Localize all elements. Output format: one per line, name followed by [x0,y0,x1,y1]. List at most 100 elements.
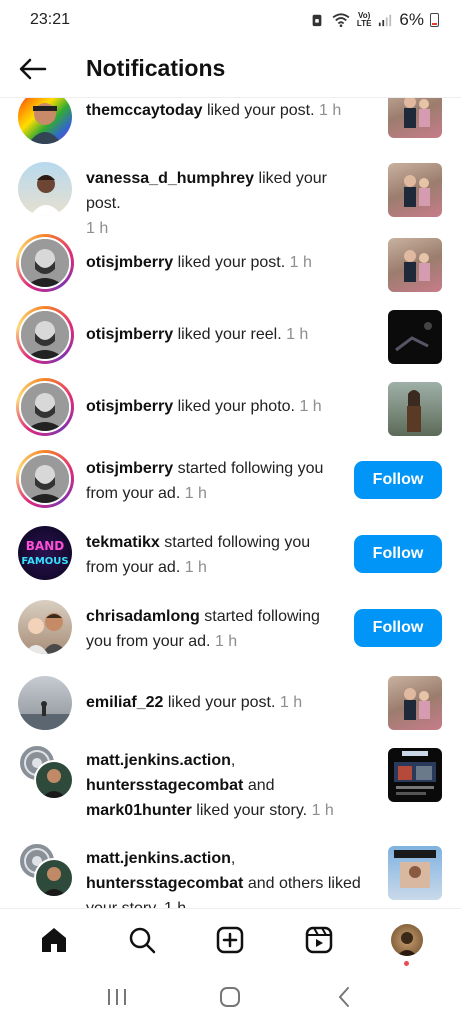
list-item[interactable]: matt.jenkins.action, huntersstagecombat a… [0,840,461,908]
status-time: 23:21 [30,11,71,28]
notification-text: matt.jenkins.action, huntersstagecombat a… [86,846,366,908]
notification-dot [403,960,409,966]
time-text: 1 h [314,102,342,119]
username[interactable]: vanessa_d_humphrey [86,170,254,187]
list-item[interactable]: otisjmberry liked your post. 1 h [0,234,461,294]
username[interactable]: tekmatikx [86,534,160,551]
avatar-badge-text: FAMOUS [21,556,68,567]
follow-button[interactable]: Follow [354,461,442,499]
list-item[interactable]: chrisadamlong started following you from… [0,598,461,658]
nav-home[interactable] [34,920,74,960]
avatar[interactable] [18,676,74,732]
time-text: 1 h [180,559,207,576]
separator-text: , [230,850,236,867]
list-item[interactable]: themccaytoday liked your post. 1 h [0,98,461,146]
stacked-avatars[interactable] [18,744,74,800]
photo-thumbnail[interactable] [388,382,442,436]
list-item[interactable]: vanessa_d_humphrey liked your post. 1 h [0,162,461,237]
nav-profile[interactable] [387,920,427,966]
list-item[interactable]: BAND FAMOUS tekmatikx started following y… [0,524,461,584]
post-thumbnail[interactable] [388,238,442,292]
notification-text: emiliaf_22 liked your post. 1 h [86,690,366,715]
action-text: your story. 1 h [86,900,186,908]
back-button[interactable] [16,52,50,86]
nav-reels[interactable] [299,920,339,960]
username[interactable]: huntersstagecombat [86,875,243,892]
username[interactable]: otisjmberry [86,460,173,477]
separator-text: and [243,777,275,794]
username[interactable]: themccaytoday [86,102,203,119]
nav-create[interactable] [210,920,250,960]
home-circle-icon [220,987,241,1007]
notification-text: matt.jenkins.action, huntersstagecombat a… [86,748,366,823]
list-item[interactable]: otisjmberry liked your reel. 1 h [0,306,461,366]
status-icons: Vo) LTE 6% [309,10,439,30]
system-back-button[interactable] [329,982,359,1012]
time-text: 1 h [275,694,303,711]
action-text: and others liked [243,875,361,892]
list-item[interactable]: otisjmberry started following you from y… [0,450,461,510]
story-avatar[interactable] [16,234,74,292]
header: Notifications [0,40,461,98]
username[interactable]: chrisadamlong [86,608,200,625]
recent-apps-icon [107,989,126,1005]
post-thumbnail[interactable] [388,676,442,730]
time-text: 1 h [281,326,309,343]
notification-text: otisjmberry liked your photo. 1 h [86,394,366,419]
avatar[interactable] [34,760,74,800]
avatar[interactable] [18,600,74,656]
signal-icon [379,14,392,27]
list-item[interactable]: emiliaf_22 liked your post. 1 h [0,674,461,734]
lock-icon [312,14,322,27]
notification-text: tekmatikx started following you from you… [86,530,346,580]
username[interactable]: otisjmberry [86,254,173,271]
notification-list[interactable]: themccaytoday liked your post. 1 h vanes… [0,98,461,908]
username[interactable]: emiliaf_22 [86,694,163,711]
story-avatar[interactable] [16,378,74,436]
action-text: liked your post. [202,102,315,119]
username[interactable]: otisjmberry [86,326,173,343]
avatar[interactable] [18,162,74,218]
story-avatar[interactable] [16,450,74,508]
stacked-avatars[interactable] [18,842,74,898]
username[interactable]: matt.jenkins.action [86,752,231,769]
avatar[interactable] [18,98,74,146]
wifi-icon [332,13,350,27]
battery-text: 6% [399,10,424,29]
username[interactable]: mark01hunter [86,802,192,819]
story-thumbnail[interactable] [388,846,442,900]
network-icon: Vo) LTE [356,11,372,28]
story-avatar[interactable] [16,306,74,364]
notification-text: vanessa_d_humphrey liked your post. 1 h [86,166,366,241]
home-icon [42,927,67,952]
username[interactable]: otisjmberry [86,398,173,415]
chevron-left-icon [338,987,350,1007]
notification-text: chrisadamlong started following you from… [86,604,346,654]
home-button[interactable] [215,982,245,1012]
nav-search[interactable] [122,920,162,960]
list-item[interactable]: matt.jenkins.action, huntersstagecombat a… [0,744,461,834]
add-icon [217,926,244,953]
post-thumbnail[interactable] [388,163,442,217]
time-text: 1 h [180,485,207,502]
separator-text: , [230,752,236,769]
notification-text: otisjmberry liked your post. 1 h [86,250,366,275]
avatar[interactable]: BAND FAMOUS [18,526,74,582]
story-thumbnail[interactable] [388,748,442,802]
notification-text: otisjmberry started following you from y… [86,456,346,506]
avatar[interactable] [34,858,74,898]
reels-icon [305,926,332,953]
follow-button[interactable]: Follow [354,535,442,573]
reel-thumbnail[interactable] [388,310,442,364]
bottom-nav [0,908,461,970]
action-text: liked your photo. [173,398,295,415]
action-text: liked your post. [163,694,276,711]
search-icon [130,927,156,953]
list-item[interactable]: otisjmberry liked your photo. 1 h [0,378,461,438]
time-text: 1 h [295,398,322,415]
follow-button[interactable]: Follow [354,609,442,647]
recent-apps-button[interactable] [102,982,132,1012]
post-thumbnail[interactable] [388,98,442,138]
username[interactable]: huntersstagecombat [86,777,243,794]
username[interactable]: matt.jenkins.action [86,850,231,867]
